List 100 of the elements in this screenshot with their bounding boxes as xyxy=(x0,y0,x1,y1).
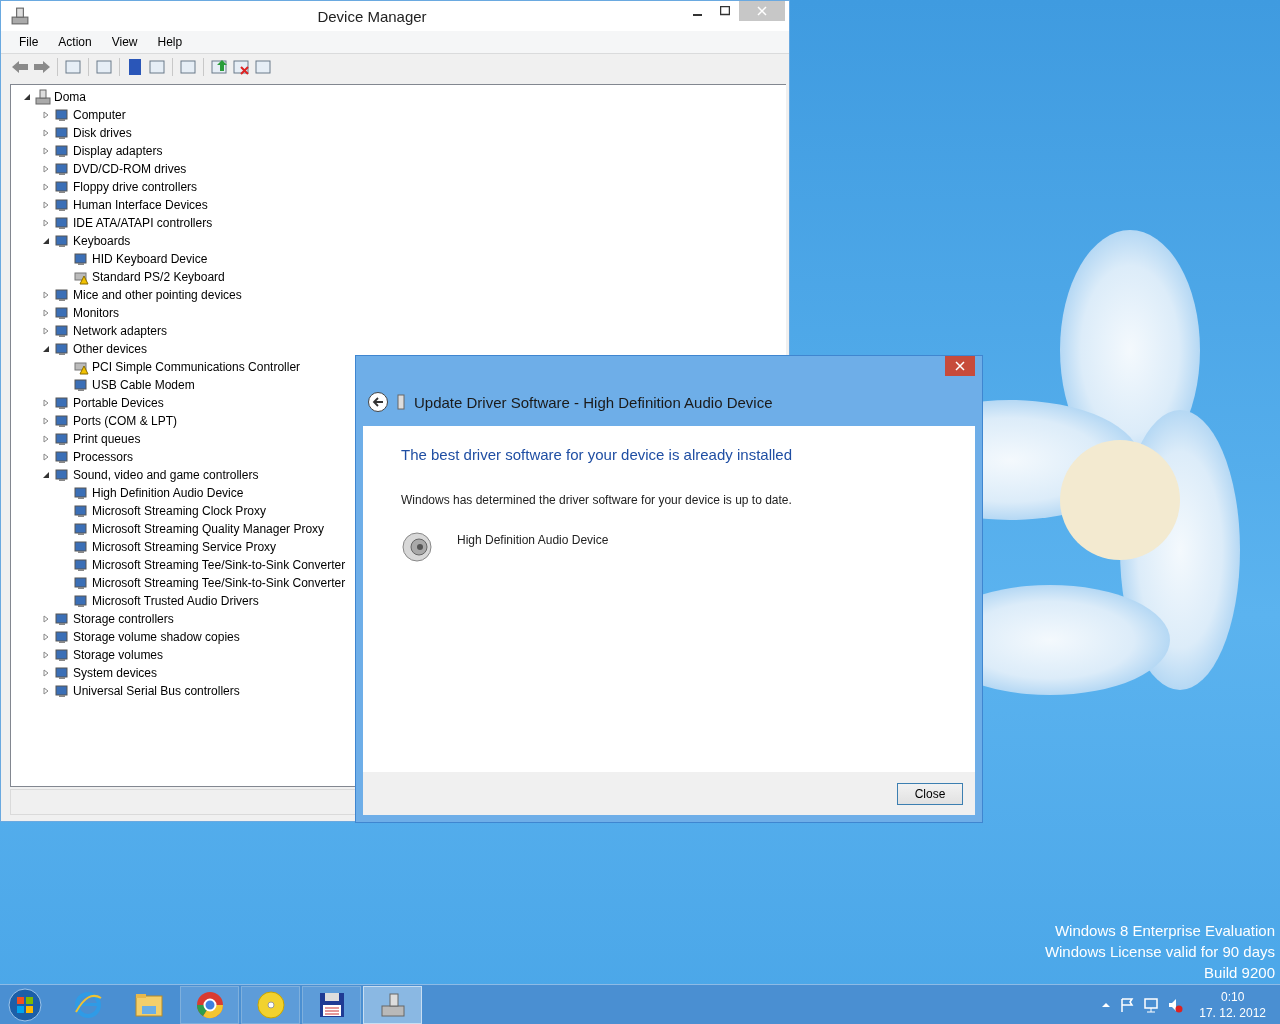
close-icon xyxy=(955,361,965,371)
tree-item[interactable]: Microsoft Streaming Tee/Sink-to-Sink Converter xyxy=(92,558,346,572)
dialog-title: Update Driver Software - High Definition Audio Device xyxy=(414,393,773,411)
device-icon xyxy=(396,394,406,410)
tree-item[interactable]: Microsoft Streaming Tee/Sink-to-Sink Converter xyxy=(92,576,346,590)
up-caret-icon xyxy=(1101,1000,1112,1010)
back-arrow-icon[interactable] xyxy=(11,58,29,76)
tree-item[interactable]: Sound, video and game controllers xyxy=(73,468,259,482)
device-icon xyxy=(54,431,70,447)
device-icon xyxy=(73,377,89,393)
tree-item[interactable]: Standard PS/2 Keyboard xyxy=(92,270,225,284)
tree-item[interactable]: Microsoft Streaming Quality Manager Proxy xyxy=(92,522,325,536)
speaker-icon xyxy=(401,531,433,563)
device-icon xyxy=(54,107,70,123)
monitor-remove-icon[interactable] xyxy=(232,58,250,76)
device-icon xyxy=(54,683,70,699)
device-icon xyxy=(54,143,70,159)
tree-item[interactable]: High Definition Audio Device xyxy=(92,486,244,500)
tree-item[interactable]: Universal Serial Bus controllers xyxy=(73,684,240,698)
tree-item[interactable]: Storage volumes xyxy=(73,648,164,662)
tree-item[interactable]: Ports (COM & LPT) xyxy=(73,414,177,428)
device-icon xyxy=(54,449,70,465)
close-icon xyxy=(757,6,767,16)
tree-item[interactable]: Human Interface Devices xyxy=(73,198,208,212)
menu-item[interactable]: Help xyxy=(147,35,193,49)
device-icon xyxy=(54,161,70,177)
tree-item[interactable]: HID Keyboard Device xyxy=(92,252,208,266)
device-icon xyxy=(73,251,89,267)
close-button[interactable]: Close xyxy=(897,782,963,805)
taskbar-button[interactable] xyxy=(302,986,361,1024)
tree-item[interactable]: Print queues xyxy=(73,432,141,446)
dialog-heading: The best driver software for your device is already installed xyxy=(401,446,793,463)
tree-item[interactable]: DVD/CD-ROM drives xyxy=(73,162,187,176)
device-name: High Definition Audio Device xyxy=(457,533,609,547)
device-icon xyxy=(54,467,70,483)
device-icon xyxy=(54,197,70,213)
device-icon xyxy=(54,665,70,681)
tree-item[interactable]: Portable Devices xyxy=(73,396,164,410)
tree-item[interactable]: Keyboards xyxy=(73,234,131,248)
tree-item[interactable]: System devices xyxy=(73,666,158,680)
tree-item[interactable]: Monitors xyxy=(73,306,119,320)
tree-item[interactable]: Storage controllers xyxy=(73,612,174,626)
close-button[interactable] xyxy=(945,356,975,376)
tree-item[interactable]: IDE ATA/ATAPI controllers xyxy=(73,216,213,230)
window-title: Device Manager xyxy=(317,7,427,25)
tree-item[interactable]: USB Cable Modem xyxy=(92,378,195,392)
menu-item[interactable]: Action xyxy=(48,35,102,49)
device-icon xyxy=(73,503,89,519)
device-icon xyxy=(54,215,70,231)
back-arrow-icon xyxy=(372,396,384,408)
edition-text: Build 9200 xyxy=(1204,963,1275,983)
tree-item[interactable]: Microsoft Streaming Service Proxy xyxy=(92,540,277,554)
tree-item[interactable]: Display adapters xyxy=(73,144,163,158)
edition-text: Windows 8 Enterprise Evaluation xyxy=(1054,921,1275,941)
flag-icon xyxy=(1119,997,1136,1013)
tree-item[interactable]: Microsoft Trusted Audio Drivers xyxy=(92,594,259,608)
device-icon xyxy=(54,647,70,663)
tree-item[interactable]: Network adapters xyxy=(73,324,168,338)
warning-icon xyxy=(73,359,89,375)
dialog-message: Windows has determined the driver software for your device is up to date. xyxy=(401,493,793,507)
menu-item[interactable]: File xyxy=(9,35,49,49)
device-icon xyxy=(54,413,70,429)
update-icon[interactable] xyxy=(210,58,228,76)
forward-arrow-icon[interactable] xyxy=(33,58,51,76)
device-icon xyxy=(54,179,70,195)
tree-item[interactable]: Floppy drive controllers xyxy=(73,180,198,194)
tree-item[interactable]: Processors xyxy=(73,450,134,464)
menu-item[interactable]: View xyxy=(101,35,148,49)
device-icon xyxy=(73,485,89,501)
tree-item[interactable]: Computer xyxy=(73,108,126,122)
chrome-circle-icon xyxy=(194,990,225,1020)
window-icon[interactable] xyxy=(64,58,82,76)
browser-e-icon xyxy=(72,990,103,1020)
device-icon xyxy=(73,539,89,555)
tree-item[interactable]: Mice and other pointing devices xyxy=(73,288,242,302)
device-icon xyxy=(54,629,70,645)
device-manager-icon xyxy=(11,7,29,25)
device-icon xyxy=(54,611,70,627)
edition-text: Windows License valid for 90 days xyxy=(1044,942,1275,962)
tree-item[interactable]: Storage volume shadow copies xyxy=(73,630,240,644)
muted-speaker-icon xyxy=(1167,997,1184,1013)
back-button[interactable] xyxy=(368,392,388,412)
device-icon xyxy=(73,593,89,609)
device-icon xyxy=(54,233,70,249)
device-icon xyxy=(54,395,70,411)
tree-item[interactable]: Disk drives xyxy=(73,126,132,140)
disc-icon xyxy=(255,990,286,1020)
tree-item[interactable]: PCI Simple Communications Controller xyxy=(92,360,301,374)
minimize-icon xyxy=(692,14,702,16)
device-icon xyxy=(54,323,70,339)
tree-item[interactable]: Microsoft Streaming Clock Proxy xyxy=(92,504,267,518)
device-icon xyxy=(54,287,70,303)
maximize-icon xyxy=(720,6,730,16)
tree-item[interactable]: Other devices xyxy=(73,342,148,356)
tree-item[interactable]: Doma xyxy=(54,90,86,104)
device-icon xyxy=(54,125,70,141)
device-icon xyxy=(73,575,89,591)
computer-icon xyxy=(35,89,51,105)
device-icon xyxy=(54,305,70,321)
network-icon xyxy=(1143,997,1160,1013)
